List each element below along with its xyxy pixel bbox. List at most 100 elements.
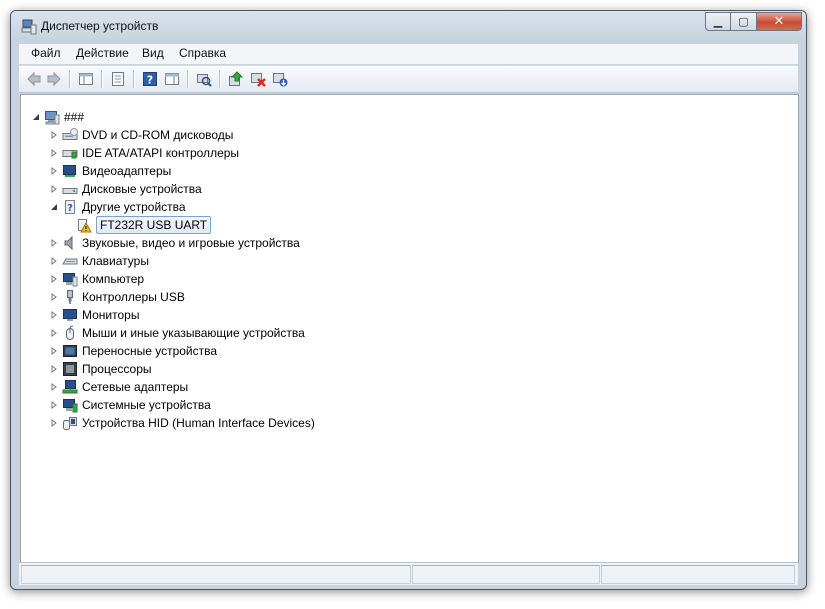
tree-item-monitors[interactable]: Мониторы [50, 306, 139, 324]
maximize-icon: ▢ [738, 15, 749, 28]
tree-item-usb-controllers[interactable]: Контроллеры USB [50, 288, 185, 306]
toolbar-separator [69, 70, 71, 88]
hid-device-icon [63, 417, 77, 430]
tree-item-label: FT232R USB UART [96, 216, 212, 234]
expand-arrow-icon[interactable] [50, 347, 58, 355]
disable-device-button[interactable] [249, 70, 267, 88]
tree-root-label: ### [64, 110, 85, 124]
menu-action[interactable]: Действие [76, 46, 129, 60]
tree-item-ide[interactable]: IDE ATA/ATAPI контроллеры [50, 144, 239, 162]
tree-item-label: Мониторы [82, 308, 140, 322]
title-bar[interactable]: Диспетчер устройств ▁ ▢ ✕ [11, 11, 806, 44]
tree-item-hid[interactable]: Устройства HID (Human Interface Devices) [50, 414, 315, 432]
warning-device-icon [78, 219, 92, 233]
uninstall-device-button[interactable] [271, 70, 289, 88]
expand-arrow-icon[interactable] [50, 311, 58, 319]
tree-item-system-devices[interactable]: Системные устройства [50, 396, 211, 414]
dvd-drive-icon [62, 128, 78, 140]
tree-item-label: Процессоры [82, 362, 152, 376]
tree-item-label: Дисковые устройства [82, 182, 202, 196]
expand-arrow-icon[interactable] [50, 329, 58, 337]
tree-item-network-adapters[interactable]: Сетевые адаптеры [50, 378, 188, 396]
expand-arrow-icon[interactable] [50, 257, 58, 265]
menu-bar: Файл Действие Вид Справка [19, 44, 798, 64]
status-segment [412, 565, 600, 584]
collapse-arrow-icon[interactable] [50, 203, 58, 211]
toolbar-separator [133, 70, 135, 88]
maximize-button[interactable]: ▢ [731, 12, 757, 31]
expand-arrow-icon[interactable] [50, 149, 58, 157]
tree-item-label: Клавиатуры [82, 254, 149, 268]
tree-item-label: Видеоадаптеры [82, 164, 172, 178]
collapse-arrow-icon[interactable] [32, 113, 40, 121]
menu-file[interactable]: Файл [31, 46, 61, 60]
toolbar-separator [101, 70, 103, 88]
tree-item-keyboards[interactable]: Клавиатуры [50, 252, 149, 270]
close-button[interactable]: ✕ [757, 12, 802, 31]
properties-button[interactable] [109, 70, 127, 88]
computer-icon [45, 111, 60, 125]
tree-item-disk-drives[interactable]: Дисковые устройства [50, 180, 202, 198]
monitor-icon [63, 309, 77, 321]
status-bar [19, 562, 798, 585]
expand-arrow-icon[interactable] [50, 167, 58, 175]
tree-item-label: Контроллеры USB [82, 290, 185, 304]
expand-arrow-icon[interactable] [50, 383, 58, 391]
usb-plug-icon [67, 290, 73, 304]
tree-item-other-devices[interactable]: ? Другие устройства [50, 198, 186, 216]
network-adapter-icon [62, 380, 78, 394]
tree-item-dvd[interactable]: DVD и CD-ROM дисководы [50, 126, 233, 144]
tree-item-computer[interactable]: Компьютер [50, 270, 144, 288]
window-title: Диспетчер устройств [41, 19, 159, 33]
status-segment [601, 565, 795, 584]
properties-icon [112, 72, 124, 86]
minimize-button[interactable]: ▁ [705, 12, 731, 31]
tree-item-label: IDE ATA/ATAPI контроллеры [82, 146, 240, 160]
tree-item-mice[interactable]: Мыши и иные указывающие устройства [50, 324, 305, 342]
tree-child-ft232r[interactable]: FT232R USB UART [76, 216, 212, 234]
forward-button[interactable] [45, 70, 63, 88]
close-icon: ✕ [773, 14, 785, 29]
unknown-device-icon: ? [65, 200, 75, 214]
uninstall-device-icon [273, 73, 288, 87]
help-button[interactable]: ? [141, 70, 159, 88]
tree-item-sound[interactable]: Звуковые, видео и игровые устройства [50, 234, 300, 252]
back-button[interactable] [25, 70, 43, 88]
portable-device-icon [63, 345, 77, 357]
minimize-icon: ▁ [713, 15, 723, 28]
tree-root[interactable]: ### [32, 108, 84, 126]
scan-hardware-changes-icon [197, 74, 212, 87]
update-driver-button[interactable] [227, 70, 245, 88]
expand-arrow-icon[interactable] [50, 293, 58, 301]
menu-help[interactable]: Справка [179, 46, 226, 60]
ide-controller-icon [62, 150, 78, 159]
svg-text:?: ? [147, 74, 153, 87]
show-hide-console-tree-icon [79, 73, 93, 85]
expand-arrow-icon[interactable] [50, 131, 58, 139]
update-driver-icon [229, 71, 244, 86]
expand-arrow-icon[interactable] [50, 185, 58, 193]
tree-item-display-adapters[interactable]: Видеоадаптеры [50, 162, 171, 180]
tree-item-label: Звуковые, видео и игровые устройства [82, 236, 300, 250]
menu-view[interactable]: Вид [142, 46, 164, 60]
expand-arrow-icon[interactable] [50, 401, 58, 409]
toolbar-separator [187, 70, 189, 88]
tree-item-processors[interactable]: Процессоры [50, 360, 152, 378]
mouse-icon [66, 325, 74, 340]
expand-arrow-icon[interactable] [50, 239, 58, 247]
caption-buttons: ▁ ▢ ✕ [705, 12, 802, 32]
expand-arrow-icon[interactable] [50, 419, 58, 427]
help-icon: ? [143, 72, 157, 87]
show-hide-tree-button[interactable] [77, 70, 95, 88]
tree-item-portable-devices[interactable]: Переносные устройства [50, 342, 217, 360]
expand-arrow-icon[interactable] [50, 275, 58, 283]
action-pane-button[interactable] [163, 70, 181, 88]
expand-arrow-icon[interactable] [50, 365, 58, 373]
scan-hardware-button[interactable] [195, 70, 213, 88]
status-segment [21, 565, 411, 584]
device-tree[interactable]: ### DVD и CD-ROM дисководы IDE ATA/ATAPI… [20, 94, 799, 563]
tree-item-label: Переносные устройства [82, 344, 218, 358]
device-manager-app-icon[interactable] [21, 19, 37, 35]
tree-item-label: Системные устройства [82, 398, 211, 412]
svg-text:?: ? [67, 203, 73, 214]
